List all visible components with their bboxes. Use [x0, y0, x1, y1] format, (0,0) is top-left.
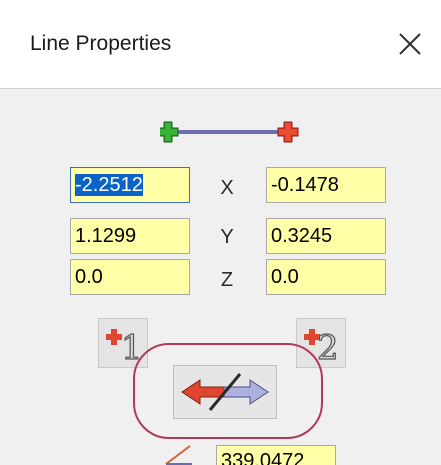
- angle-icon: [160, 440, 196, 465]
- reverse-direction-icon: [181, 373, 269, 411]
- angle-field[interactable]: 339.0472: [216, 445, 336, 465]
- end-x-field[interactable]: -0.1478: [266, 167, 386, 203]
- angle-value: 339.0472: [221, 450, 305, 465]
- end-y-field[interactable]: 0.3245: [266, 218, 386, 254]
- end-z-field[interactable]: 0.0: [266, 259, 386, 295]
- start-z-value: 0.0: [75, 266, 103, 288]
- start-x-value: -2.2512: [75, 174, 143, 196]
- axis-label-y: Y: [220, 226, 234, 248]
- end-y-value: 0.3245: [271, 225, 333, 247]
- axis-label-z: Z: [220, 269, 234, 291]
- axis-label-x: X: [220, 177, 234, 199]
- title-bar: Line Properties: [0, 0, 441, 89]
- close-button[interactable]: [388, 22, 432, 66]
- start-x-field[interactable]: -2.2512: [70, 167, 190, 203]
- line-properties-dialog: Line Properties -2.2512 1.1299 0.0 X Y Z…: [0, 0, 441, 465]
- end-x-value: -0.1478: [271, 174, 339, 196]
- start-y-field[interactable]: 1.1299: [70, 218, 190, 254]
- close-icon: [399, 33, 421, 55]
- svg-text:2: 2: [317, 328, 339, 367]
- start-y-value: 1.1299: [75, 225, 137, 247]
- end-z-value: 0.0: [271, 266, 299, 288]
- reverse-direction-button[interactable]: [173, 365, 277, 419]
- start-z-field[interactable]: 0.0: [70, 259, 190, 295]
- line-endpoints-icon: [157, 120, 310, 144]
- dialog-title: Line Properties: [30, 32, 172, 55]
